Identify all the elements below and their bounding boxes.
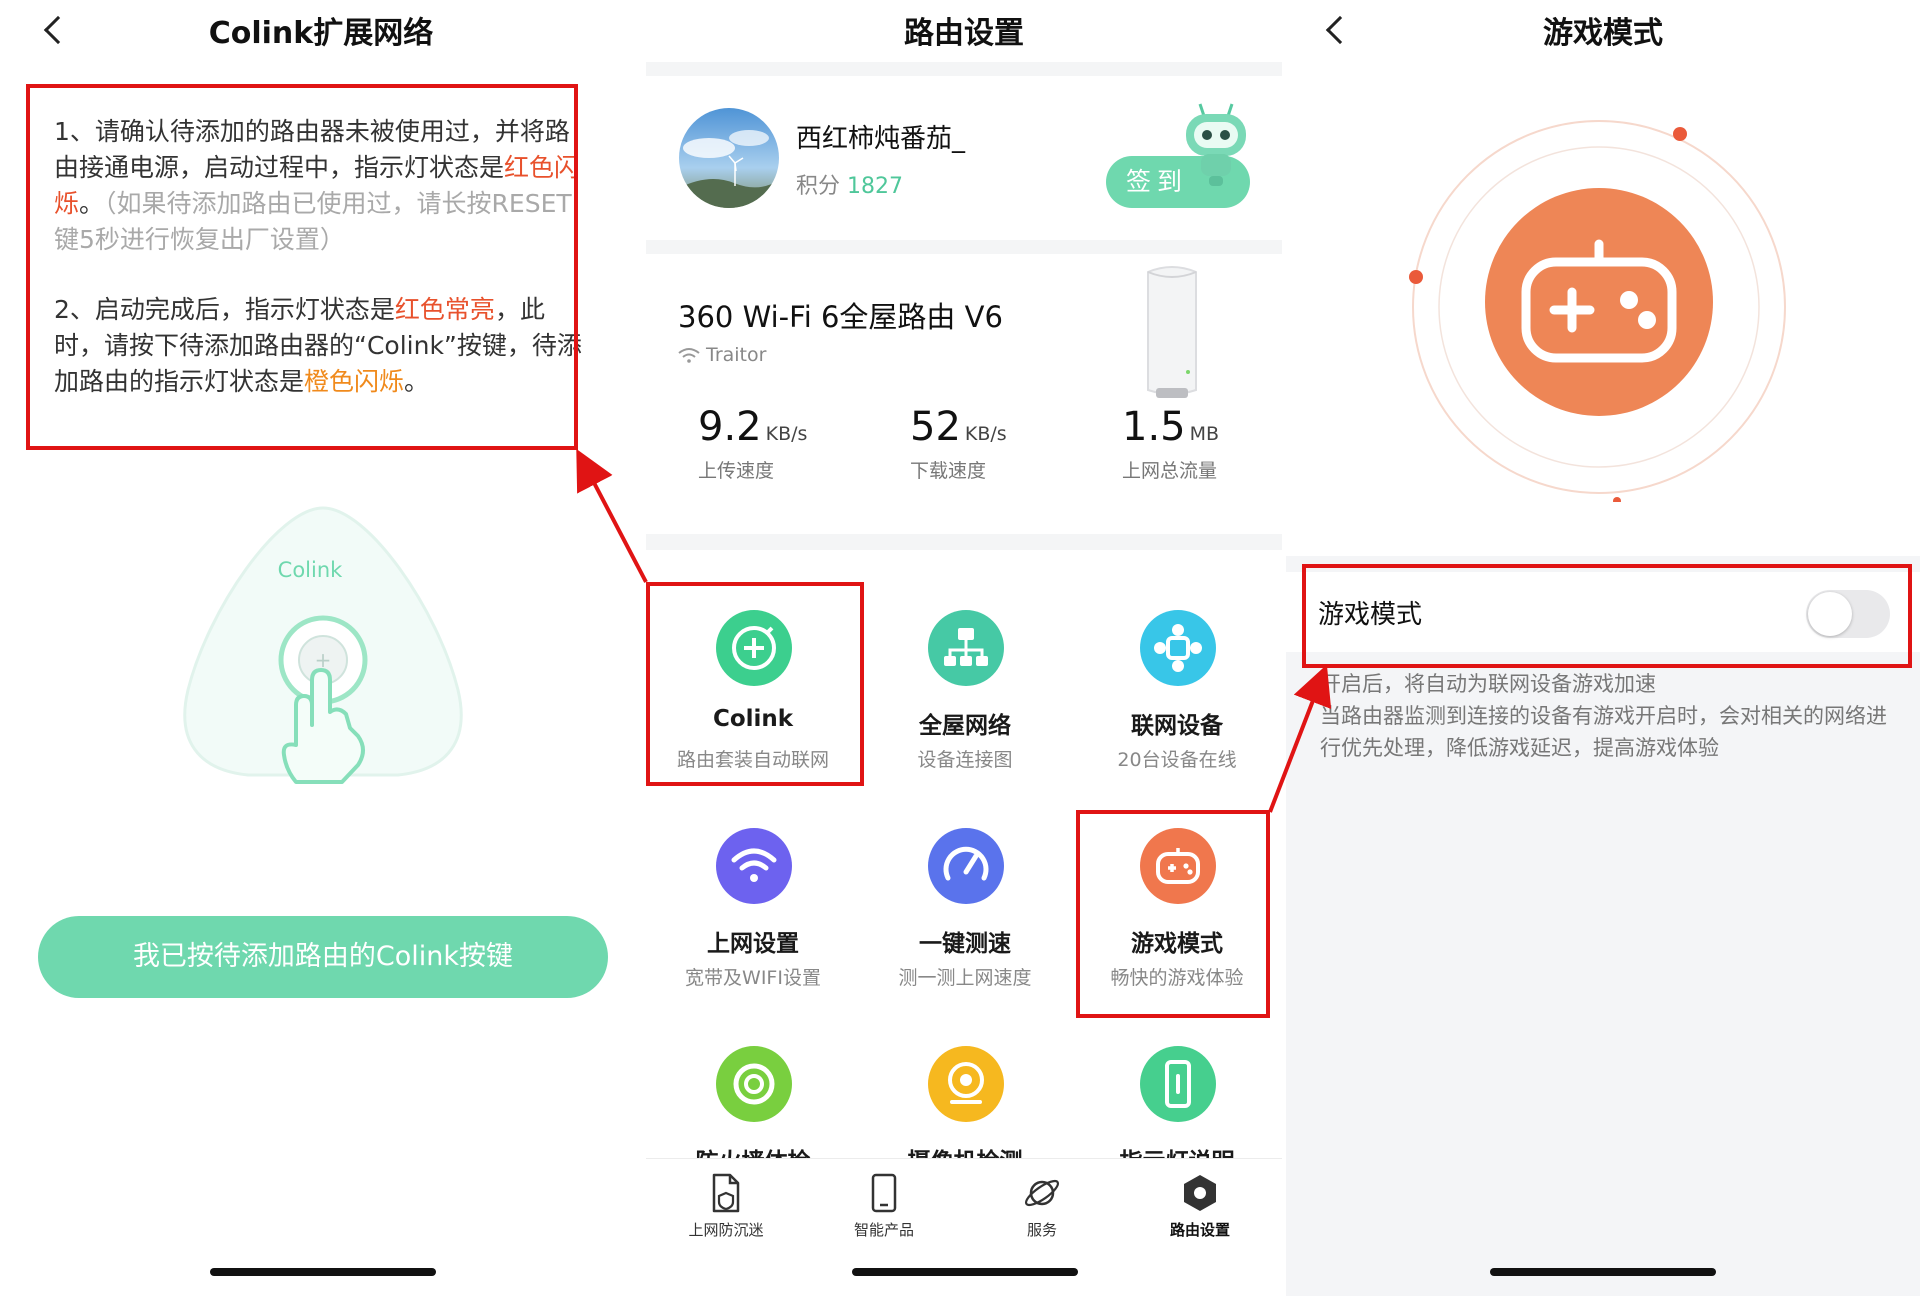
- arrow-to-toggle: [1268, 664, 1332, 813]
- annotation-arrows: [576, 448, 1332, 813]
- arrow-to-instructions: [576, 448, 648, 583]
